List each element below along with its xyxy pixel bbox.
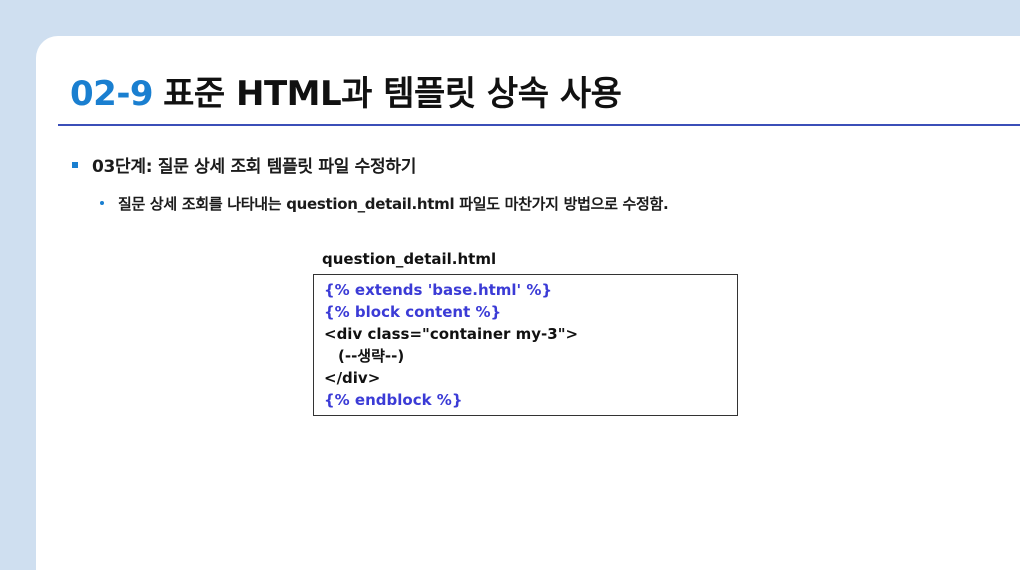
code-block: {% extends 'base.html' %} {% block conte…: [313, 274, 738, 416]
square-bullet-icon: [72, 162, 78, 168]
bullet-level1: 03단계: 질문 상세 조회 템플릿 파일 수정하기: [72, 152, 416, 177]
bullet-level2-text: 질문 상세 조회를 나타내는 question_detail.html 파일도 …: [118, 195, 669, 213]
title-number: 02-9: [70, 74, 154, 114]
bullet-level1-text: 03단계: 질문 상세 조회 템플릿 파일 수정하기: [92, 157, 417, 177]
code-line: {% endblock %}: [324, 391, 463, 409]
code-file-name: question_detail.html: [322, 250, 497, 268]
code-line: <div class="container my-3">: [324, 325, 579, 343]
slide: 02-9 표준 HTML과 템플릿 상속 사용 03단계: 질문 상세 조회 템플…: [36, 36, 1020, 570]
title-divider: [58, 124, 1020, 126]
code-line: </div>: [324, 369, 381, 387]
bullet-level2: 질문 상세 조회를 나타내는 question_detail.html 파일도 …: [100, 193, 669, 214]
code-line: {% block content %}: [324, 303, 502, 321]
dot-bullet-icon: [100, 200, 104, 205]
code-line: {% extends 'base.html' %}: [324, 281, 553, 299]
code-line: (--생략--): [338, 347, 405, 365]
slide-title: 02-9 표준 HTML과 템플릿 상속 사용: [70, 66, 622, 115]
title-text: 표준 HTML과 템플릿 상속 사용: [163, 74, 622, 114]
